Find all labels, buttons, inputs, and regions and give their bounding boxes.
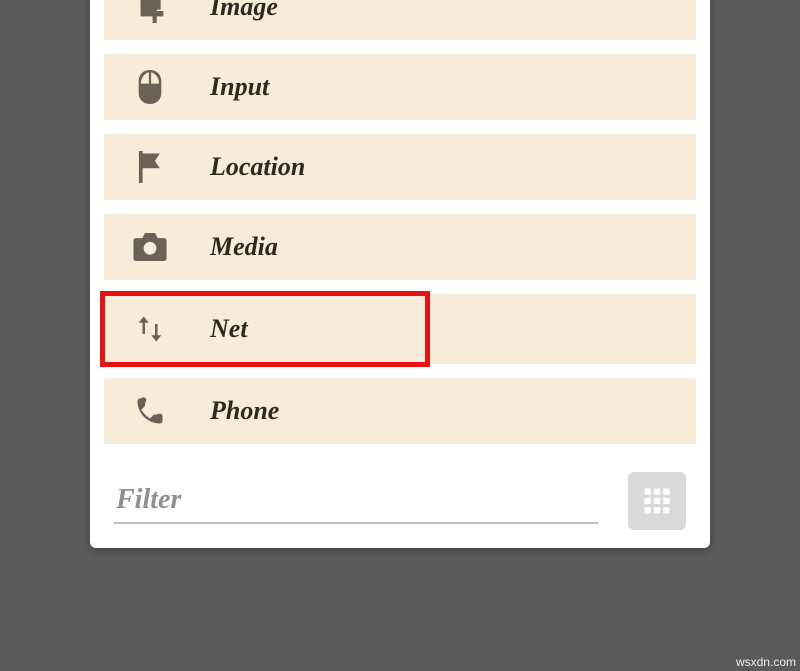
category-item-net[interactable]: Net	[104, 294, 696, 364]
category-item-location[interactable]: Location	[104, 134, 696, 200]
category-item-image[interactable]: Image	[104, 0, 696, 40]
category-label: Image	[210, 0, 278, 22]
grid-icon	[642, 486, 672, 516]
camera-icon	[132, 229, 168, 265]
mouse-icon	[132, 69, 168, 105]
crop-icon	[132, 0, 168, 25]
category-item-phone[interactable]: Phone	[104, 378, 696, 444]
phone-icon	[132, 393, 168, 429]
category-panel: Image Input Location Media	[90, 0, 710, 548]
grid-view-button[interactable]	[628, 472, 686, 530]
category-label: Net	[210, 314, 248, 344]
watermark: wsxdn.com	[736, 655, 796, 669]
category-label: Media	[210, 232, 278, 262]
filter-row	[104, 472, 696, 530]
category-label: Location	[210, 152, 305, 182]
category-label: Phone	[210, 396, 279, 426]
filter-input[interactable]	[114, 478, 598, 524]
net-icon	[132, 311, 168, 347]
category-item-media[interactable]: Media	[104, 214, 696, 280]
flag-icon	[132, 149, 168, 185]
category-item-input[interactable]: Input	[104, 54, 696, 120]
category-label: Input	[210, 72, 269, 102]
